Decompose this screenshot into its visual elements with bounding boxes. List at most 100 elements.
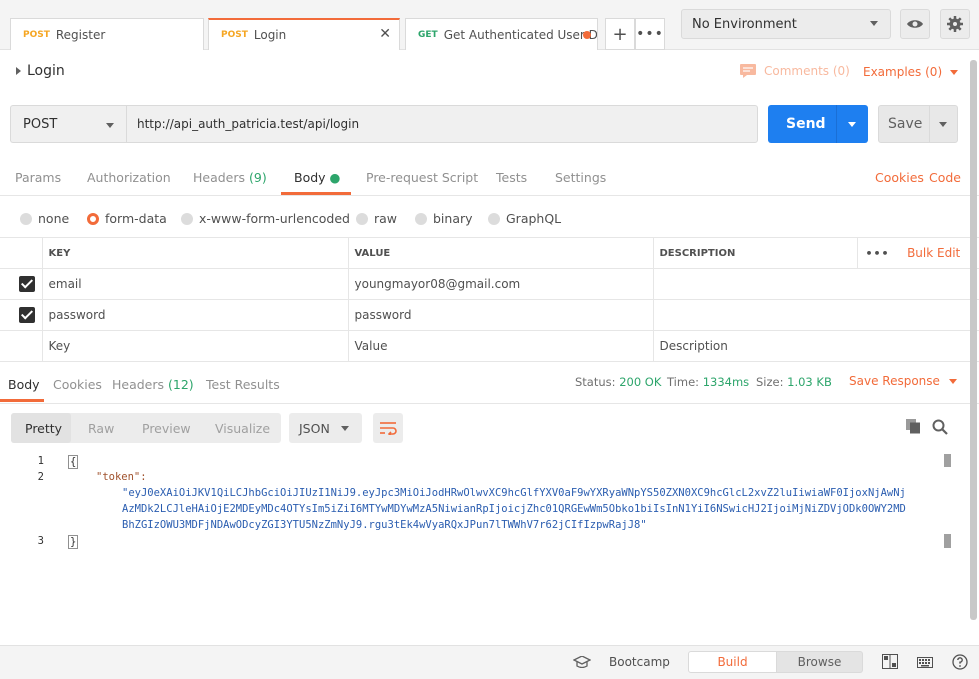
format-visualize[interactable]: Visualize — [215, 421, 270, 436]
tab-body[interactable]: Body ● — [294, 170, 340, 185]
build-mode-button[interactable]: Build — [688, 651, 777, 673]
manage-environments-button[interactable] — [940, 9, 970, 39]
plus-icon: + — [612, 23, 628, 45]
tab-pre-request-script[interactable]: Pre-request Script — [366, 170, 478, 185]
code-scrollbar-thumb[interactable] — [944, 454, 951, 467]
bootcamp-label: Bootcamp — [609, 655, 670, 669]
radio-label: none — [38, 211, 70, 226]
chevron-down-icon[interactable] — [848, 122, 856, 127]
code-link[interactable]: Code — [929, 170, 961, 185]
tab-options-button[interactable]: ••• — [635, 18, 665, 50]
row-checkbox[interactable] — [19, 307, 35, 323]
url-input[interactable] — [126, 105, 758, 143]
response-headers-count: (12) — [168, 377, 194, 392]
send-label: Send — [786, 116, 826, 132]
save-button[interactable]: Save — [878, 105, 958, 143]
two-pane-view-button[interactable] — [882, 654, 898, 672]
radio-urlencoded[interactable]: x-www-form-urlencoded — [181, 211, 350, 226]
send-button[interactable]: Send — [768, 105, 868, 143]
chevron-down-icon — [950, 69, 959, 75]
bootcamp-button[interactable]: Bootcamp — [573, 655, 670, 669]
radio-label: GraphQL — [506, 211, 562, 226]
search-icon — [932, 419, 948, 435]
more-icon[interactable]: ••• — [866, 247, 890, 260]
copy-icon — [906, 419, 920, 434]
radio-raw[interactable]: raw — [356, 211, 397, 226]
response-tab-cookies[interactable]: Cookies — [53, 377, 102, 392]
row-checkbox[interactable] — [19, 276, 35, 292]
tab-get-user[interactable]: GET Get Authenticated User D... — [405, 18, 598, 50]
description-cell[interactable] — [653, 268, 979, 300]
search-button[interactable] — [932, 419, 948, 438]
value-placeholder[interactable]: Value — [348, 330, 654, 362]
wrap-lines-button[interactable] — [373, 413, 403, 443]
radio-graphql[interactable]: GraphQL — [488, 211, 561, 226]
key-cell[interactable]: email — [42, 268, 349, 300]
comments-label: Comments (0) — [764, 64, 850, 78]
tab-method: GET — [418, 29, 438, 40]
keyboard-shortcuts-button[interactable] — [917, 655, 933, 672]
tab-tests[interactable]: Tests — [496, 170, 527, 185]
environment-quick-look-button[interactable] — [900, 9, 930, 39]
table-header-row: KEY VALUE DESCRIPTION ••• Bulk Edit — [0, 237, 979, 269]
help-button[interactable] — [952, 654, 968, 673]
tab-login[interactable]: POST Login ✕ — [208, 18, 400, 50]
response-tab-test-results[interactable]: Test Results — [206, 377, 280, 392]
description-cell[interactable] — [653, 299, 979, 331]
code-scrollbar-thumb[interactable] — [944, 534, 951, 548]
body-indicator-dot: ● — [329, 170, 341, 185]
tab-settings[interactable]: Settings — [555, 170, 606, 185]
tab-label: Get Authenticated User D... — [443, 27, 598, 42]
browse-mode-button[interactable]: Browse — [777, 651, 863, 673]
table-actions: ••• Bulk Edit — [857, 237, 979, 269]
status-meta: Status: 200 OK — [575, 375, 661, 389]
headers-count: (9) — [249, 170, 267, 185]
tab-headers[interactable]: Headers (9) — [193, 170, 267, 185]
new-tab-button[interactable]: + — [605, 18, 635, 50]
bulk-edit-link[interactable]: Bulk Edit — [907, 246, 960, 260]
tab-authorization[interactable]: Authorization — [87, 170, 171, 185]
language-select[interactable]: JSON — [289, 413, 362, 443]
value-cell[interactable]: youngmayor08@gmail.com — [348, 268, 654, 300]
json-key-token: "token": — [96, 471, 147, 483]
radio-none[interactable]: none — [20, 211, 69, 226]
method-select[interactable]: POST — [10, 105, 126, 143]
json-close-brace: } — [68, 535, 79, 549]
save-response-button[interactable]: Save Response — [849, 374, 957, 388]
line-number: 2 — [37, 471, 44, 483]
comments-button[interactable]: Comments (0) — [740, 64, 850, 78]
unsaved-dot — [583, 31, 591, 39]
copy-button[interactable] — [906, 419, 921, 437]
radio-binary[interactable]: binary — [415, 211, 473, 226]
response-tab-body[interactable]: Body — [8, 377, 40, 392]
tab-label: Login — [253, 28, 287, 42]
response-headers-label: Headers — [112, 377, 165, 392]
tab-params[interactable]: Params — [15, 170, 61, 185]
cookies-link[interactable]: Cookies — [875, 170, 924, 185]
tab-method: POST — [23, 29, 50, 40]
format-raw[interactable]: Raw — [88, 421, 114, 436]
description-placeholder[interactable]: Description — [653, 330, 979, 362]
window-scrollbar[interactable] — [970, 60, 977, 620]
tab-register[interactable]: POST Register — [10, 18, 204, 50]
request-title[interactable]: Login — [16, 63, 65, 79]
chevron-down-icon — [870, 21, 878, 26]
format-preview[interactable]: Preview — [142, 421, 191, 436]
more-icon: ••• — [636, 26, 664, 42]
chevron-down-icon[interactable] — [939, 122, 947, 127]
radio-label: raw — [374, 211, 398, 226]
radio-form-data[interactable]: form-data — [87, 211, 167, 226]
value-cell[interactable]: password — [348, 299, 654, 331]
language-label: JSON — [299, 420, 330, 436]
chevron-down-icon — [106, 123, 114, 128]
active-tab-underline — [0, 399, 44, 402]
time-meta: Time: 1334ms — [667, 375, 749, 389]
key-placeholder[interactable]: Key — [42, 330, 349, 362]
close-icon[interactable]: ✕ — [379, 26, 391, 42]
format-pretty[interactable]: Pretty — [25, 421, 62, 436]
radio-label: x-www-form-urlencoded — [199, 211, 350, 226]
response-tab-headers[interactable]: Headers (12) — [112, 377, 194, 392]
key-cell[interactable]: password — [42, 299, 349, 331]
environment-select[interactable]: No Environment — [681, 9, 891, 39]
examples-button[interactable]: Examples (0) — [863, 65, 959, 79]
